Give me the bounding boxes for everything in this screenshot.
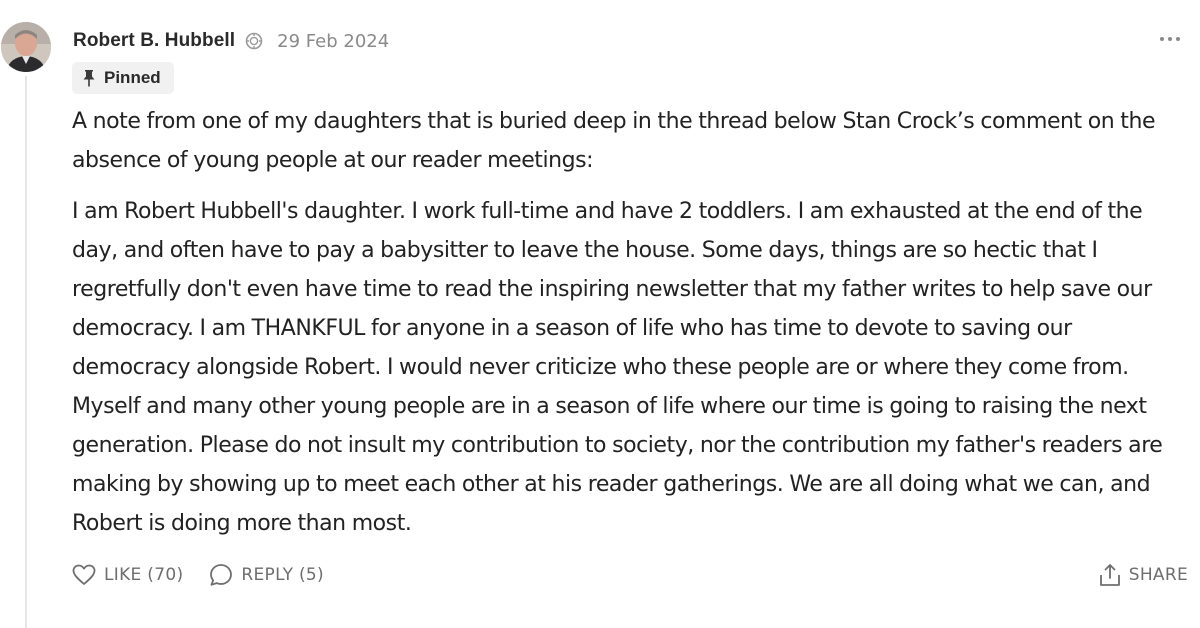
pinned-badge: Pinned [72, 62, 174, 94]
reply-label: REPLY (5) [241, 565, 324, 585]
speech-bubble-icon [210, 564, 233, 586]
pin-icon [83, 70, 95, 87]
reply-button[interactable]: REPLY (5) [209, 563, 324, 587]
pinned-label: Pinned [104, 68, 161, 87]
comment-paragraph: A note from one of my daughters that is … [72, 109, 1156, 173]
like-button[interactable]: LIKE (70) [72, 564, 183, 586]
ellipsis-icon [1160, 37, 1180, 41]
avatar-photo-icon [1, 22, 51, 72]
share-icon [1099, 564, 1120, 586]
comment-body: A note from one of my daughters that is … [72, 102, 1190, 555]
author-name[interactable]: Robert B. Hubbell [73, 30, 235, 52]
thread-line[interactable] [25, 76, 27, 628]
comment-paragraph: I am Robert Hubbell's daughter. I work f… [72, 199, 1163, 536]
heart-icon [72, 564, 96, 585]
comment-card: Robert B. Hubbell 29 Feb 2024 Pinned A n… [0, 0, 1200, 628]
author-avatar[interactable] [1, 22, 51, 72]
subscriber-badge-icon [245, 32, 263, 50]
more-options-button[interactable] [1156, 28, 1184, 50]
comment-header: Robert B. Hubbell 29 Feb 2024 [73, 27, 389, 55]
comment-actions: LIKE (70) REPLY (5) SHARE [72, 560, 1188, 590]
share-button[interactable]: SHARE [1099, 563, 1188, 587]
like-label: LIKE (70) [104, 565, 184, 585]
share-label: SHARE [1128, 565, 1188, 585]
comment-date[interactable]: 29 Feb 2024 [277, 31, 389, 52]
